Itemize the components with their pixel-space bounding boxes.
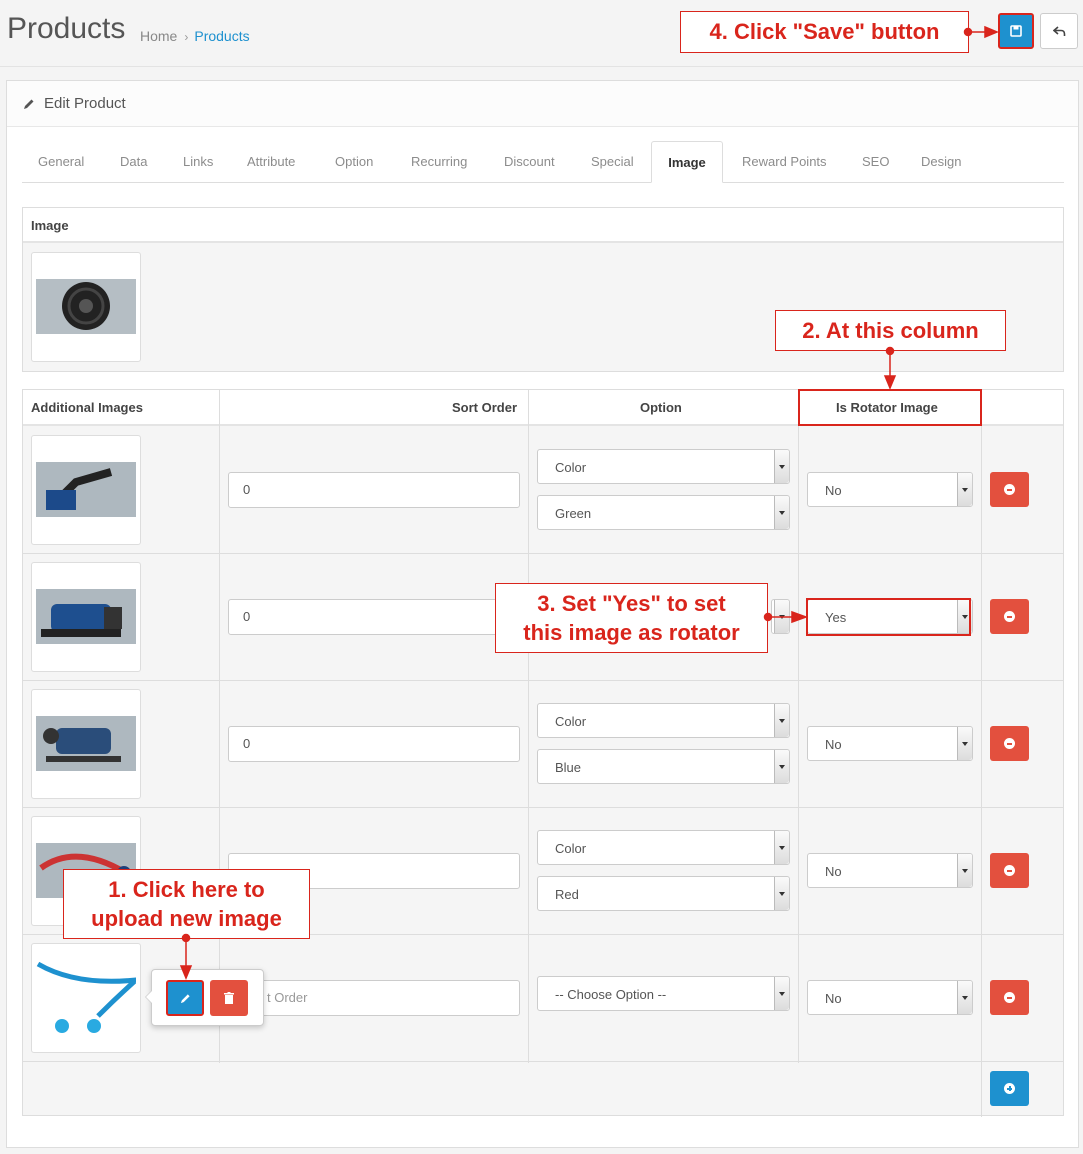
pencil-icon: [180, 993, 190, 1003]
rotator-select[interactable]: No: [807, 726, 973, 761]
tab-general[interactable]: General: [38, 141, 84, 183]
col-header-additional-images: Additional Images: [31, 400, 143, 415]
option-value-select[interactable]: Blue: [537, 749, 790, 784]
intake-image: [36, 462, 136, 517]
breadcrumb-home[interactable]: Home: [140, 28, 177, 44]
minus-circle-icon: [1004, 992, 1015, 1003]
trash-icon: [224, 992, 234, 1004]
option-type-select[interactable]: Color: [537, 830, 790, 865]
remove-image-button[interactable]: [990, 472, 1029, 507]
edit-image-button[interactable]: [166, 980, 204, 1016]
tab-seo[interactable]: SEO: [862, 141, 889, 183]
tab-bar: General Data Links Attribute Option Recu…: [22, 141, 1064, 183]
option-type-select[interactable]: Color: [537, 703, 790, 738]
minus-circle-icon: [1004, 865, 1015, 876]
breadcrumb-products[interactable]: Products: [194, 28, 249, 44]
save-icon: [1010, 25, 1022, 37]
tab-design[interactable]: Design: [921, 141, 961, 183]
reply-icon: [1052, 25, 1065, 36]
rotator-select[interactable]: No: [807, 472, 973, 507]
col-header-sort-order: Sort Order: [452, 400, 518, 415]
tab-recurring[interactable]: Recurring: [411, 141, 467, 183]
col-header-option: Option: [640, 400, 682, 415]
remove-image-button[interactable]: [990, 726, 1029, 761]
option-value-select[interactable]: Red: [537, 876, 790, 911]
sort-order-input[interactable]: 0: [228, 472, 520, 508]
image-header: Image: [31, 218, 69, 233]
sort-order-input[interactable]: 0: [228, 599, 520, 635]
option-value-select[interactable]: Green: [537, 495, 790, 530]
cart-logo-image: [36, 961, 136, 1033]
additional-image-thumb[interactable]: [31, 435, 141, 545]
sort-order-input[interactable]: 0: [228, 726, 520, 762]
remove-image-button[interactable]: [990, 980, 1029, 1015]
option-type-select[interactable]: Color: [537, 449, 790, 484]
tab-option[interactable]: Option: [335, 141, 373, 183]
tab-attribute[interactable]: Attribute: [247, 141, 295, 183]
wheel-image: [36, 279, 136, 334]
clear-image-button[interactable]: [210, 980, 248, 1016]
callout-step1: 1. Click here to upload new image: [63, 869, 310, 939]
minus-circle-icon: [1004, 484, 1015, 495]
rotator-yes-highlight: [806, 598, 971, 636]
rotator-select[interactable]: No: [807, 980, 973, 1015]
remove-image-button[interactable]: [990, 853, 1029, 888]
image-edit-popover: [145, 969, 264, 1026]
rotator-select[interactable]: No: [807, 853, 973, 888]
remove-image-button[interactable]: [990, 599, 1029, 634]
option-select-partial[interactable]: [771, 599, 790, 634]
sort-order-input[interactable]: t Order: [228, 980, 520, 1016]
panel-heading: Edit Product: [7, 81, 1078, 127]
tab-links[interactable]: Links: [183, 141, 213, 183]
tab-discount[interactable]: Discount: [504, 141, 555, 183]
callout-step2: 2. At this column: [775, 310, 1006, 351]
pencil-icon: [24, 99, 34, 109]
tab-special[interactable]: Special: [591, 141, 634, 183]
placeholder-image-thumb[interactable]: [31, 943, 141, 1053]
winch-image: [36, 589, 136, 644]
save-button[interactable]: [998, 13, 1034, 49]
back-button[interactable]: [1040, 13, 1078, 49]
minus-circle-icon: [1004, 611, 1015, 622]
callout-step4: 4. Click "Save" button: [680, 11, 969, 53]
tab-image[interactable]: Image: [651, 141, 723, 183]
panel-title: Edit Product: [44, 95, 126, 112]
additional-image-thumb[interactable]: [31, 562, 141, 672]
add-image-button[interactable]: [990, 1071, 1029, 1106]
plus-circle-icon: [1004, 1083, 1015, 1094]
option-type-select[interactable]: -- Choose Option --: [537, 976, 790, 1011]
callout-step3: 3. Set "Yes" to set this image as rotator: [495, 583, 768, 653]
breadcrumb: Home › Products: [140, 28, 250, 44]
tab-reward-points[interactable]: Reward Points: [742, 141, 827, 183]
additional-image-thumb[interactable]: [31, 689, 141, 799]
winch-kit-image: [36, 716, 136, 771]
tab-data[interactable]: Data: [120, 141, 147, 183]
minus-circle-icon: [1004, 738, 1015, 749]
main-image-thumb[interactable]: [31, 252, 141, 362]
page-title: Products: [7, 12, 126, 45]
rotator-column-highlight: [798, 389, 982, 426]
